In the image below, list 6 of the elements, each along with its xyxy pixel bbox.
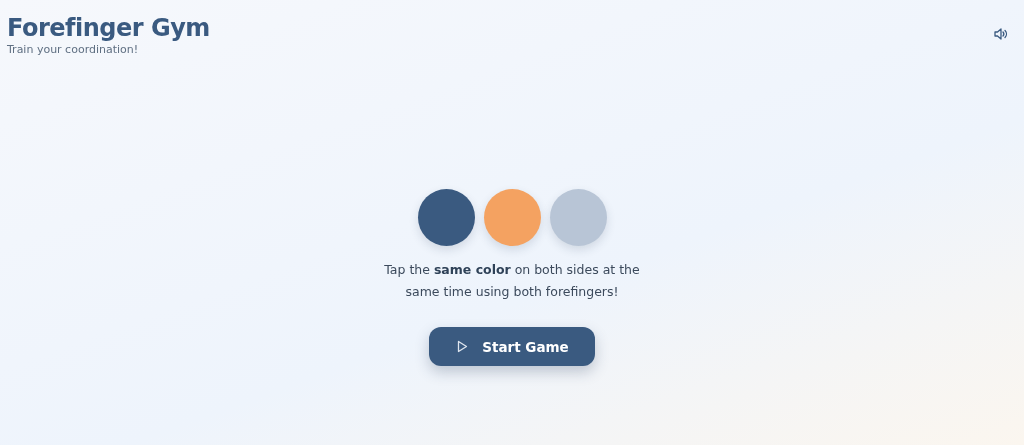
play-icon bbox=[457, 340, 469, 353]
speaker-icon[interactable] bbox=[994, 28, 1008, 40]
app-title: Forefinger Gym bbox=[7, 14, 210, 42]
start-game-button[interactable]: Start Game bbox=[429, 327, 595, 366]
app-subtitle: Train your coordination! bbox=[7, 43, 140, 56]
instructions-text: Tap the same color on both sides at the same time using both forefingers! bbox=[383, 261, 641, 301]
